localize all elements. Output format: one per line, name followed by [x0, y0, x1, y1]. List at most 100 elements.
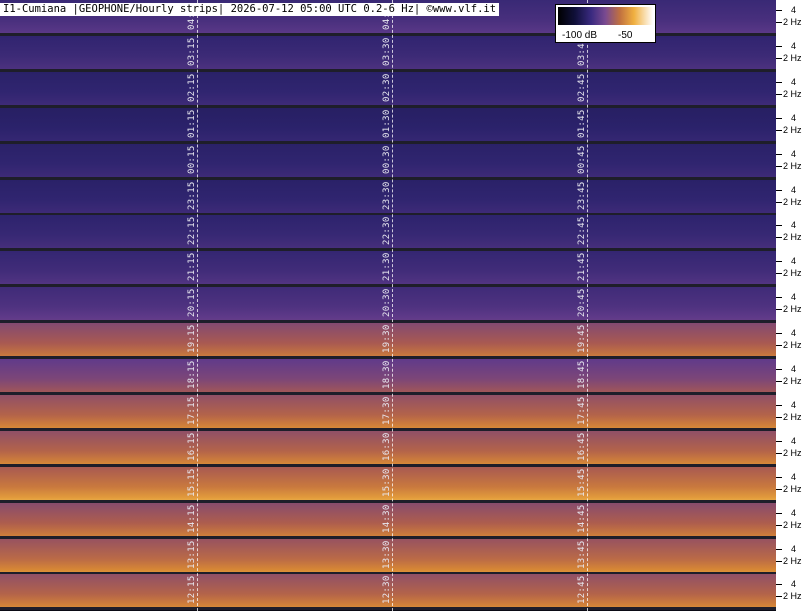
time-label: 13:45 [577, 540, 587, 569]
chart-title: I1-Cumiana |GEOPHONE/Hourly strips| 2026… [0, 3, 500, 16]
color-legend-bar [558, 7, 653, 25]
time-label: 19:30 [382, 324, 392, 353]
time-label: 15:15 [187, 468, 197, 497]
frequency-tick-label: 2 Hz [783, 53, 802, 63]
frequency-tick-label: 2 Hz [783, 17, 802, 27]
time-gridline [392, 0, 393, 611]
frequency-tick-label: 2 Hz [783, 484, 802, 494]
frequency-tick-label: 4 [791, 400, 797, 410]
spectrogram-plot: 04:104:04:03:1503:3003:4502:1502:3002:45… [0, 0, 776, 611]
frequency-tick [776, 441, 782, 442]
frequency-tick [776, 453, 782, 454]
time-label: 19:15 [187, 324, 197, 353]
frequency-tick [776, 584, 782, 585]
frequency-tick [776, 596, 782, 597]
frequency-tick-label: 4 [791, 256, 797, 266]
legend-max-label: -50 [618, 30, 633, 41]
frequency-tick-label: 4 [791, 579, 797, 589]
time-label: 14:30 [382, 504, 392, 533]
time-label: 20:45 [577, 288, 587, 317]
frequency-tick-label: 4 [791, 41, 797, 51]
time-label: 03:30 [382, 37, 392, 66]
frequency-tick [776, 549, 782, 550]
frequency-tick-label: 4 [791, 220, 797, 230]
time-label: 02:15 [187, 73, 197, 102]
frequency-tick [776, 309, 782, 310]
frequency-tick [776, 202, 782, 203]
time-label: 21:30 [382, 252, 392, 281]
time-label: 18:30 [382, 360, 392, 389]
time-gridline [197, 0, 198, 611]
frequency-tick-label: 4 [791, 77, 797, 87]
time-label: 23:30 [382, 181, 392, 210]
frequency-tick-label: 2 Hz [783, 304, 802, 314]
frequency-tick-label: 2 Hz [783, 340, 802, 350]
frequency-tick-label: 4 [791, 113, 797, 123]
time-label: 21:45 [577, 252, 587, 281]
frequency-tick [776, 381, 782, 382]
frequency-tick [776, 417, 782, 418]
time-label: 21:15 [187, 252, 197, 281]
time-label: 23:45 [577, 181, 587, 210]
frequency-tick [776, 345, 782, 346]
time-label: 15:45 [577, 468, 587, 497]
time-label: 00:45 [577, 145, 587, 174]
time-label: 22:45 [577, 216, 587, 245]
frequency-tick [776, 82, 782, 83]
time-label: 14:15 [187, 504, 197, 533]
time-label: 16:15 [187, 432, 197, 461]
frequency-tick-label: 4 [791, 292, 797, 302]
frequency-tick-label: 2 Hz [783, 412, 802, 422]
legend-min-label: -100 dB [562, 30, 598, 41]
frequency-tick-label: 4 [791, 149, 797, 159]
time-label: 20:30 [382, 288, 392, 317]
time-label: 22:30 [382, 216, 392, 245]
frequency-tick-label: 4 [791, 5, 797, 15]
time-label: 14:45 [577, 504, 587, 533]
frequency-tick-label: 4 [791, 364, 797, 374]
frequency-tick-label: 4 [791, 328, 797, 338]
frequency-tick-label: 4 [791, 185, 797, 195]
frequency-tick-label: 2 Hz [783, 161, 802, 171]
frequency-tick-label: 2 Hz [783, 125, 802, 135]
frequency-tick [776, 118, 782, 119]
time-label: 02:30 [382, 73, 392, 102]
frequency-tick [776, 561, 782, 562]
frequency-tick [776, 10, 782, 11]
frequency-tick [776, 225, 782, 226]
frequency-tick-label: 2 Hz [783, 448, 802, 458]
time-label: 16:45 [577, 432, 587, 461]
time-label: 23:15 [187, 181, 197, 210]
time-label: 03:15 [187, 37, 197, 66]
frequency-tick [776, 513, 782, 514]
frequency-tick-label: 2 Hz [783, 520, 802, 530]
frequency-tick [776, 154, 782, 155]
frequency-tick [776, 190, 782, 191]
time-label: 01:30 [382, 109, 392, 138]
time-gridline [587, 0, 588, 611]
time-label: 16:30 [382, 432, 392, 461]
time-label: 13:15 [187, 540, 197, 569]
time-label: 12:30 [382, 575, 392, 604]
time-label: 17:15 [187, 396, 197, 425]
frequency-tick [776, 525, 782, 526]
time-label: 12:15 [187, 575, 197, 604]
time-label: 20:15 [187, 288, 197, 317]
frequency-tick-label: 2 Hz [783, 556, 802, 566]
frequency-tick [776, 273, 782, 274]
time-label: 00:15 [187, 145, 197, 174]
time-label: 01:15 [187, 109, 197, 138]
frequency-tick [776, 46, 782, 47]
time-label: 17:45 [577, 396, 587, 425]
time-label: 19:45 [577, 324, 587, 353]
frequency-tick [776, 405, 782, 406]
frequency-tick [776, 237, 782, 238]
frequency-tick [776, 297, 782, 298]
time-label: 02:45 [577, 73, 587, 102]
frequency-tick-label: 2 Hz [783, 89, 802, 99]
frequency-tick [776, 261, 782, 262]
frequency-tick [776, 369, 782, 370]
frequency-tick-label: 4 [791, 472, 797, 482]
frequency-tick [776, 58, 782, 59]
frequency-tick-label: 4 [791, 436, 797, 446]
